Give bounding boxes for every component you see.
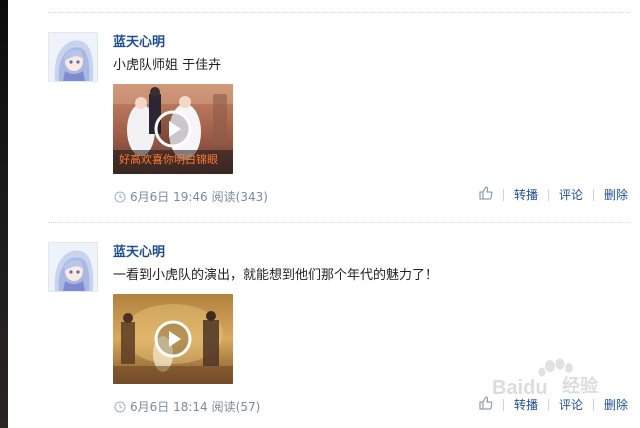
anime-girl-avatar (49, 33, 97, 81)
watermark-label: 经验 (562, 375, 599, 397)
anime-girl-avatar (49, 243, 97, 291)
action-separator (502, 398, 504, 411)
username[interactable]: 蓝天心明 (113, 241, 165, 260)
action-separator (592, 188, 594, 201)
left-background-strip (0, 0, 8, 428)
play-icon[interactable] (154, 110, 192, 148)
action-separator (502, 188, 504, 201)
action-separator (592, 398, 594, 411)
post-meta: 6月6日 18:14 阅读(57) (114, 398, 260, 415)
watermark-brand: Baidu (492, 377, 548, 399)
like-button[interactable] (479, 186, 493, 203)
delete-button[interactable]: 删除 (604, 186, 628, 203)
view-count: 阅读(57) (211, 400, 261, 414)
comment-button[interactable]: 评论 (559, 186, 583, 203)
post-meta: 6月6日 19:46 阅读(343) (114, 188, 268, 205)
action-separator (547, 188, 549, 201)
clock-icon (114, 191, 126, 203)
thumbs-up-icon (479, 186, 493, 200)
video-thumbnail[interactable] (113, 294, 233, 384)
avatar[interactable] (48, 32, 98, 82)
view-count: 阅读(343) (211, 190, 268, 204)
post-actions: 转播 评论 删除 (479, 186, 628, 203)
video-caption: 好高欢喜你明白锦眼 (119, 152, 218, 166)
play-icon[interactable] (154, 320, 192, 358)
video-thumbnail[interactable]: 好高欢喜你明白锦眼 (113, 84, 233, 174)
baidu-jingyan-watermark: Baidu 经验 (492, 358, 599, 399)
repost-button[interactable]: 转播 (514, 186, 538, 203)
username[interactable]: 蓝天心明 (113, 31, 165, 50)
paw-logo (538, 358, 573, 377)
post-date[interactable]: 6月6日 18:14 (130, 398, 208, 415)
clock-icon (114, 401, 126, 413)
post: 蓝天心明 小虎队师姐 于佳卉 好高欢喜你明白锦眼 6月6日 19:46 阅读(3… (48, 12, 630, 205)
avatar[interactable] (48, 242, 98, 292)
action-separator (547, 398, 549, 411)
post-date[interactable]: 6月6日 19:46 (130, 188, 208, 205)
post-text: 小虎队师姐 于佳卉 (113, 58, 222, 73)
post-text: 一看到小虎队的演出，就能想到他们那个年代的魅力了！ (113, 268, 439, 283)
